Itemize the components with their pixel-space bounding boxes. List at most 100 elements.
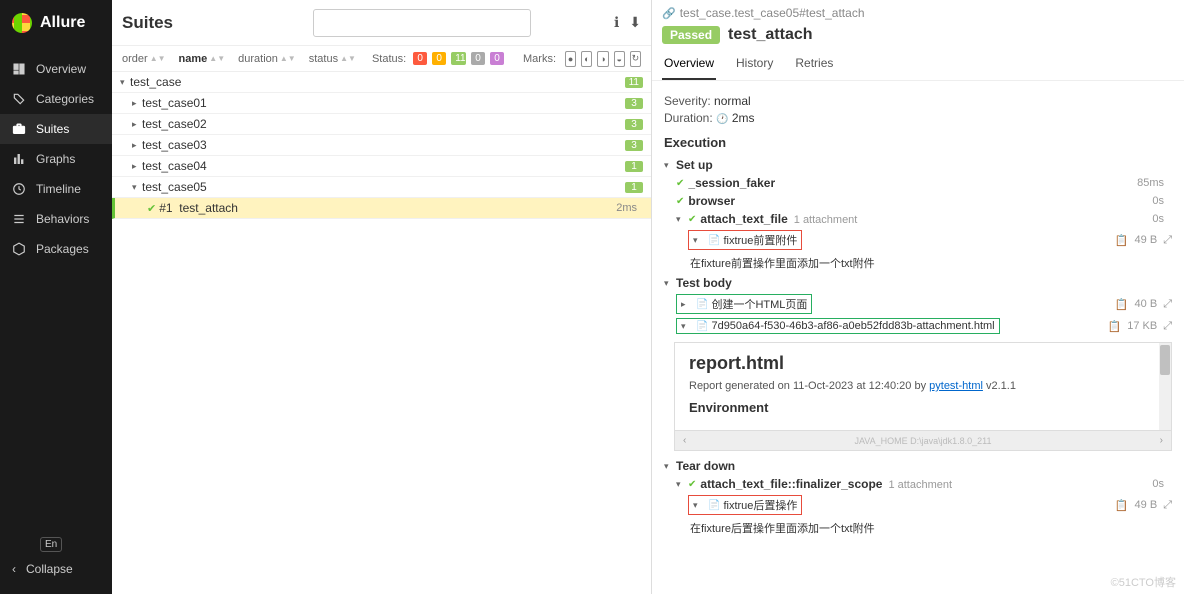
attach-size: 49 B	[1135, 234, 1158, 247]
preview-scrollbar-horizontal[interactable]: ‹JAVA_HOME D:\java\jdk1.8.0_211›	[675, 430, 1171, 450]
body-step-2[interactable]: ▾📄7d950a64-f530-46b3-af86-a0eb52fdd83b-a…	[664, 316, 1172, 336]
severity-label: Severity:	[664, 94, 711, 108]
nav-graphs[interactable]: Graphs	[0, 144, 112, 174]
sidebar-footer: En ‹ Collapse	[0, 525, 112, 594]
sort-order[interactable]: order▲▼	[122, 53, 166, 65]
attach-size: 49 B	[1135, 499, 1158, 512]
sort-status[interactable]: status▲▼	[309, 53, 356, 65]
caret-right-icon: ▸	[132, 161, 142, 172]
tab-overview[interactable]: Overview	[662, 50, 716, 80]
count-badge: 3	[625, 140, 643, 151]
chevron-left-icon: ‹	[12, 562, 16, 576]
tree-root[interactable]: ▾test_case11	[112, 72, 651, 93]
file-icon: 📄	[696, 299, 708, 310]
duration-value: 2ms	[732, 111, 755, 125]
status-label: Status:	[372, 53, 406, 65]
filter-unknown[interactable]: 0	[490, 52, 504, 65]
caret-down-icon: ▾	[120, 77, 130, 88]
filter-passed[interactable]: 11	[451, 52, 466, 65]
nav-packages-label: Packages	[36, 242, 89, 256]
tree-leaf-selected[interactable]: ✔ #1 test_attach 2ms	[112, 198, 651, 219]
filter-broken[interactable]: 0	[432, 52, 446, 65]
suites-header: Suites ℹ ⬇	[112, 0, 651, 46]
scroll-left-icon[interactable]: ‹	[683, 435, 686, 446]
mark-new-broken[interactable]: ◒	[614, 51, 625, 67]
count-badge: 3	[625, 98, 643, 109]
setup-item-0[interactable]: ✔_session_faker85ms	[664, 174, 1172, 192]
nav-categories[interactable]: Categories	[0, 84, 112, 114]
mark-new-passed[interactable]: ◑	[597, 51, 608, 67]
preview-subtitle: Report generated on 11-Oct-2023 at 12:40…	[689, 380, 1157, 392]
collapse-label: Collapse	[26, 562, 73, 576]
sort-duration[interactable]: duration▲▼	[238, 53, 296, 65]
body-section[interactable]: ▾Test body	[664, 274, 1172, 292]
watermark: ©51CTO博客	[1111, 574, 1176, 590]
setup-item-1[interactable]: ✔browser0s	[664, 192, 1172, 210]
nav-behaviors[interactable]: Behaviors	[0, 204, 112, 234]
nav-timeline[interactable]: Timeline	[0, 174, 112, 204]
info-icon[interactable]: ℹ	[614, 14, 619, 31]
body-step-1[interactable]: ▸📄创建一个HTML页面 📋40 B⤢	[664, 292, 1172, 316]
file-icon: 📄	[696, 321, 708, 332]
sort-name[interactable]: name▲▼	[179, 53, 226, 65]
expand-icon[interactable]: ⤢	[1163, 320, 1172, 333]
setup-section[interactable]: ▾Set up	[664, 156, 1172, 174]
tree-node-0[interactable]: ▸test_case013	[112, 93, 651, 114]
copy-icon[interactable]: 📋	[1108, 320, 1122, 333]
tree-node-3[interactable]: ▸test_case041	[112, 156, 651, 177]
copy-icon[interactable]: 📋	[1115, 298, 1129, 311]
nav-packages[interactable]: Packages	[0, 234, 112, 264]
setup-attach-file[interactable]: ▾📄fixtrue前置附件 📋49 B⤢	[664, 228, 1172, 252]
logo[interactable]: Allure	[0, 0, 112, 46]
filter-failed[interactable]: 0	[413, 52, 427, 65]
detail-body[interactable]: Severity: normal Duration: 🕐 2ms Executi…	[652, 81, 1184, 594]
teardown-attach-file[interactable]: ▾📄fixtrue后置操作 📋49 B⤢	[664, 493, 1172, 517]
nav-timeline-label: Timeline	[36, 182, 81, 196]
detail-tabs: Overview History Retries	[662, 50, 1174, 80]
setup-attach[interactable]: ▾✔attach_text_file1 attachment0s	[664, 210, 1172, 228]
nav-suites[interactable]: Suites	[0, 114, 112, 144]
expand-icon[interactable]: ⤢	[1163, 298, 1172, 311]
tree-node-1[interactable]: ▸test_case023	[112, 114, 651, 135]
collapse-button[interactable]: ‹ Collapse	[12, 562, 100, 576]
scroll-right-icon[interactable]: ›	[1160, 435, 1163, 446]
status-badge: Passed	[662, 26, 720, 44]
copy-icon[interactable]: 📋	[1115, 234, 1129, 247]
caret-down-icon: ▾	[664, 461, 676, 472]
preview-title: report.html	[689, 353, 1157, 374]
caret-down-icon: ▾	[664, 160, 676, 171]
mark-new-failed[interactable]: ◐	[581, 51, 592, 67]
setup-attach-desc: 在fixture前置操作里面添加一个txt附件	[664, 255, 1172, 271]
pytest-html-link[interactable]: pytest-html	[929, 380, 983, 392]
tree-node-4[interactable]: ▾test_case051	[112, 177, 651, 198]
copy-icon[interactable]: 📋	[1115, 499, 1129, 512]
clock-icon: 🕐	[716, 114, 728, 125]
nav-overview[interactable]: Overview	[0, 54, 112, 84]
mark-flaky[interactable]: ●	[565, 51, 576, 67]
search-input[interactable]	[313, 9, 531, 37]
tree-node-2[interactable]: ▸test_case033	[112, 135, 651, 156]
caret-down-icon: ▾	[664, 278, 676, 289]
teardown-section[interactable]: ▾Tear down	[664, 457, 1172, 475]
preview-scrollbar-vertical[interactable]	[1159, 343, 1171, 430]
scroll-thumb[interactable]	[1160, 345, 1170, 375]
attach-size: 40 B	[1135, 298, 1158, 311]
filter-skipped[interactable]: 0	[471, 52, 485, 65]
html-preview: report.html Report generated on 11-Oct-2…	[674, 342, 1172, 451]
passed-icon: ✔	[676, 196, 684, 207]
expand-icon[interactable]: ⤢	[1163, 234, 1172, 247]
mark-retry[interactable]: ↻	[630, 51, 641, 67]
language-selector[interactable]: En	[40, 537, 62, 552]
tab-retries[interactable]: Retries	[793, 50, 835, 80]
expand-icon[interactable]: ⤢	[1163, 499, 1172, 512]
nav-list: Overview Categories Suites Graphs Timeli…	[0, 46, 112, 525]
tab-history[interactable]: History	[734, 50, 775, 80]
download-icon[interactable]: ⬇	[629, 14, 641, 31]
caret-down-icon: ▾	[693, 235, 705, 246]
attach-size: 17 KB	[1127, 320, 1157, 333]
nav-behaviors-label: Behaviors	[36, 212, 89, 226]
link-icon[interactable]: 🔗	[662, 7, 676, 20]
breadcrumb-text[interactable]: test_case.test_case05#test_attach	[680, 6, 865, 20]
teardown-attach[interactable]: ▾✔attach_text_file::finalizer_scope1 att…	[664, 475, 1172, 493]
execution-heading: Execution	[664, 135, 1172, 150]
